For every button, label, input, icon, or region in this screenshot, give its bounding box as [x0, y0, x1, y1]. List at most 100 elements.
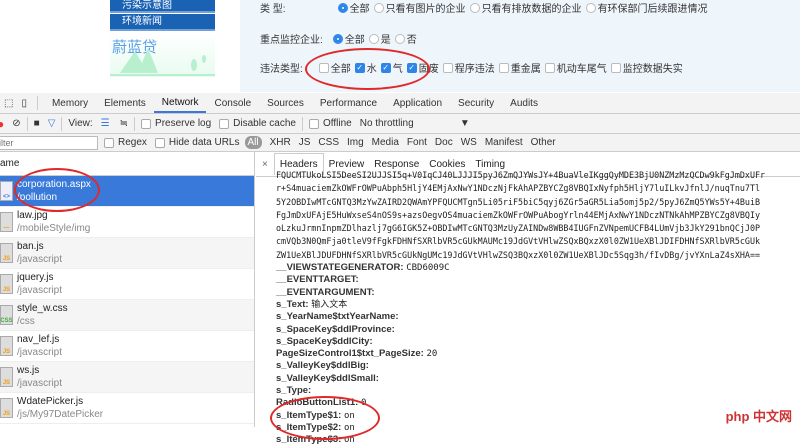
violation-option[interactable]: 重金属	[498, 60, 541, 75]
preserve-log-label: Preserve log	[155, 118, 212, 129]
field-name: s_SpaceKey$ddlCity:	[276, 335, 373, 347]
file-icon: <>	[0, 181, 13, 201]
annotation-ellipse	[305, 48, 430, 90]
field-value: 20	[426, 349, 438, 360]
type-filter-js[interactable]: JS	[295, 137, 315, 148]
hide-data-urls-checkbox[interactable]	[154, 137, 165, 148]
detail-tab-cookies[interactable]: Cookies	[424, 159, 470, 170]
field-name: s_YearName$txtYearName:	[276, 311, 399, 323]
type-filter-media[interactable]: Media	[368, 137, 403, 148]
checkbox[interactable]	[498, 62, 509, 73]
tab-performance[interactable]: Performance	[312, 93, 385, 113]
tab-network[interactable]: Network	[153, 93, 207, 113]
radio-button[interactable]	[337, 2, 348, 13]
tab-memory[interactable]: Memory	[44, 93, 96, 113]
viewstate-line: oLzkuJrmnInpmZDlhazlj7gG6IGK5Z+OBDIwMTcG…	[276, 223, 761, 234]
camera-icon[interactable]: ■	[34, 118, 40, 129]
radio-button[interactable]	[373, 2, 384, 13]
request-text: ban.js/javascript	[17, 240, 62, 267]
checkbox[interactable]	[442, 62, 453, 73]
throttling-select[interactable]: No throttling ▼	[360, 118, 470, 129]
close-icon[interactable]: ×	[256, 159, 274, 170]
request-row[interactable]: CSS style_w.css/css	[0, 300, 254, 331]
device-icon[interactable]: ▯	[17, 98, 31, 109]
field-value: 输入文本	[311, 299, 348, 310]
request-text: nav_lef.js/javascript	[17, 333, 62, 360]
file-icon: JS	[0, 274, 13, 294]
radio-button[interactable]	[368, 33, 379, 44]
request-row[interactable]: — law.jpg/mobileStyle/img	[0, 207, 254, 238]
field-value: CBD6009C	[406, 263, 450, 274]
type-filter-all[interactable]: All	[244, 136, 262, 149]
nav-env-news[interactable]: 环境新闻	[110, 14, 215, 31]
type-option[interactable]: 只看有排放数据的企业	[469, 0, 582, 15]
tab-elements[interactable]: Elements	[96, 93, 154, 113]
logo: 蔚蓝贷	[110, 33, 215, 77]
radio-button[interactable]	[585, 2, 596, 13]
record-icon[interactable]: ●	[0, 117, 4, 131]
request-text: WdatePicker.js/js/My97DatePicker	[17, 395, 103, 422]
type-filter-manifest[interactable]: Manifest	[481, 137, 527, 148]
type-filter-css[interactable]: CSS	[314, 137, 343, 148]
type-filter-other[interactable]: Other	[527, 137, 560, 148]
type-option[interactable]: 只看有图片的企业	[373, 0, 466, 15]
regex-label: Regex	[118, 137, 147, 148]
disable-cache-checkbox[interactable]	[219, 118, 230, 129]
violation-option-label: 机动车尾气	[556, 64, 607, 75]
filter-icon[interactable]: ▽	[48, 118, 56, 129]
regex-checkbox[interactable]	[104, 137, 114, 148]
type-option-label: 只看有图片的企业	[385, 4, 466, 15]
radio-button[interactable]	[332, 33, 343, 44]
violation-option[interactable]: 监控数据失实	[610, 60, 683, 75]
type-filter-ws[interactable]: WS	[457, 137, 481, 148]
type-filter-doc[interactable]: Doc	[431, 137, 457, 148]
key_monitor-option[interactable]: 是	[368, 31, 391, 46]
list-view-icon[interactable]: ☰	[101, 118, 110, 129]
preserve-log-checkbox[interactable]	[141, 118, 152, 129]
tab-security[interactable]: Security	[450, 93, 502, 113]
violation-option[interactable]: 程序违法	[442, 60, 495, 75]
key-monitor-row: 重点监控企业: 全部 是 否	[260, 31, 421, 46]
nav-pollution-map[interactable]: 污染示意图	[110, 0, 215, 13]
form-field: s_Type:	[256, 385, 800, 397]
request-row[interactable]: JS WdatePicker.js/js/My97DatePicker	[0, 393, 254, 424]
detail-tab-timing[interactable]: Timing	[470, 159, 510, 170]
request-row[interactable]: JS jquery.js/javascript	[0, 269, 254, 300]
request-text: ws.js/javascript	[17, 364, 62, 391]
offline-checkbox[interactable]	[308, 118, 319, 129]
type-filter-font[interactable]: Font	[403, 137, 431, 148]
key_monitor-option[interactable]: 否	[394, 31, 417, 46]
detail-tab-preview[interactable]: Preview	[324, 159, 370, 170]
type-option[interactable]: 全部	[337, 0, 370, 15]
tab-audits[interactable]: Audits	[502, 93, 546, 113]
type-filter-img[interactable]: Img	[343, 137, 368, 148]
request-path: /js/My97DatePicker	[17, 408, 104, 420]
field-name: s_ValleyKey$ddlSmall:	[276, 372, 379, 384]
request-path: /javascript	[17, 346, 63, 358]
field-name: s_Type:	[276, 385, 312, 397]
key-monitor-label: 重点监控企业:	[260, 35, 323, 46]
inspect-icon[interactable]: ⬚	[0, 98, 17, 109]
tab-sources[interactable]: Sources	[259, 93, 312, 113]
filter-input[interactable]	[0, 135, 98, 150]
throttling-value: No throttling	[359, 118, 414, 129]
request-row[interactable]: JS nav_lef.js/javascript	[0, 331, 254, 362]
tab-application[interactable]: Application	[385, 93, 450, 113]
radio-button[interactable]	[394, 33, 405, 44]
request-row[interactable]: JS ws.js/javascript	[0, 362, 254, 393]
type-option[interactable]: 有环保部门后续跟进情况	[585, 0, 708, 15]
tab-console[interactable]: Console	[206, 93, 259, 113]
file-icon: JS	[0, 336, 13, 356]
violation-option[interactable]: 机动车尾气	[544, 60, 607, 75]
detail-tab-response[interactable]: Response	[369, 159, 424, 170]
radio-button[interactable]	[469, 2, 480, 13]
filter-bar: Regex Hide data URLs All XHRJSCSSImgMedia…	[0, 134, 800, 152]
key_monitor-option[interactable]: 全部	[332, 31, 365, 46]
checkbox[interactable]	[544, 62, 555, 73]
waterfall-view-icon[interactable]: ≒	[120, 118, 128, 129]
type-filter-xhr[interactable]: XHR	[266, 137, 295, 148]
checkbox[interactable]	[610, 62, 621, 73]
request-text: style_w.css/css	[17, 302, 68, 329]
clear-icon[interactable]: ⊘	[12, 118, 20, 129]
request-row[interactable]: JS ban.js/javascript	[0, 238, 254, 269]
